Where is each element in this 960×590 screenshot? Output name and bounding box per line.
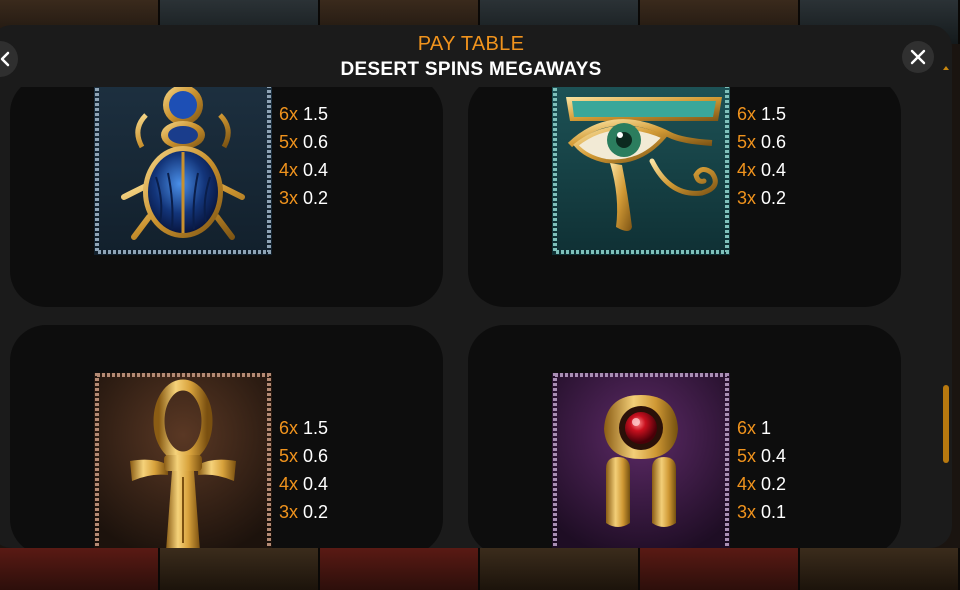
amulet-icon [552,373,730,548]
payout-list: 6x 1 5x 0.4 4x 0.2 3x 0.1 [737,414,786,526]
payout-list: 6x 1.5 5x 0.6 4x 0.4 3x 0.2 [737,100,786,212]
background-reels-bottom [0,548,960,590]
payout-row: 4x 0.4 [737,160,787,180]
close-icon [910,49,926,65]
payout-list: 6x 1.5 5x 0.6 4x 0.4 3x 0.2 [279,414,328,526]
payout-row: 3x 0.2 [737,188,787,208]
symbol-card-eye-of-horus: 6x 1.5 5x 0.6 4x 0.4 3x 0.2 [468,87,901,307]
symbol-card-ankh: 6x 1.5 5x 0.6 4x 0.4 3x 0.2 [10,325,443,548]
ankh-icon [94,373,272,548]
paytable-content[interactable]: 6x 1.5 5x 0.6 4x 0.4 3x 0.2 6x 1.5 5x 0.… [0,87,952,548]
payout-row: 6x 1.5 [279,418,329,438]
eye-of-horus-icon [552,87,730,255]
payout-row: 4x 0.4 [279,474,329,494]
payout-list: 6x 1.5 5x 0.6 4x 0.4 3x 0.2 [279,100,328,212]
payout-row: 3x 0.2 [279,188,329,208]
payout-row: 6x 1.5 [737,104,787,124]
payout-row: 5x 0.6 [279,446,329,466]
payout-row: 5x 0.6 [279,132,329,152]
scrollbar-thumb[interactable] [943,385,949,463]
scarab-icon [94,87,272,255]
payout-row: 6x 1.5 [279,104,329,124]
symbol-card-amulet: 6x 1 5x 0.4 4x 0.2 3x 0.1 [468,325,901,548]
page-title: PAY TABLE [417,33,525,55]
payout-row: 5x 0.6 [737,132,787,152]
scroll-up-arrow-icon[interactable] [943,66,949,70]
payout-row: 4x 0.4 [279,160,329,180]
modal-header: PAY TABLE DESERT SPINS MEGAWAYS [0,25,952,87]
payout-row: 4x 0.2 [737,474,787,494]
paytable-modal: PAY TABLE DESERT SPINS MEGAWAYS 6x 1.5 5… [0,25,952,548]
payout-row: 3x 0.2 [279,502,329,522]
payout-row: 5x 0.4 [737,446,787,466]
payout-row: 6x 1 [737,418,772,438]
game-title: DESERT SPINS MEGAWAYS [340,59,602,80]
payout-row: 3x 0.1 [737,502,787,522]
close-button[interactable] [902,41,934,73]
symbol-card-scarab: 6x 1.5 5x 0.6 4x 0.4 3x 0.2 [10,87,443,307]
